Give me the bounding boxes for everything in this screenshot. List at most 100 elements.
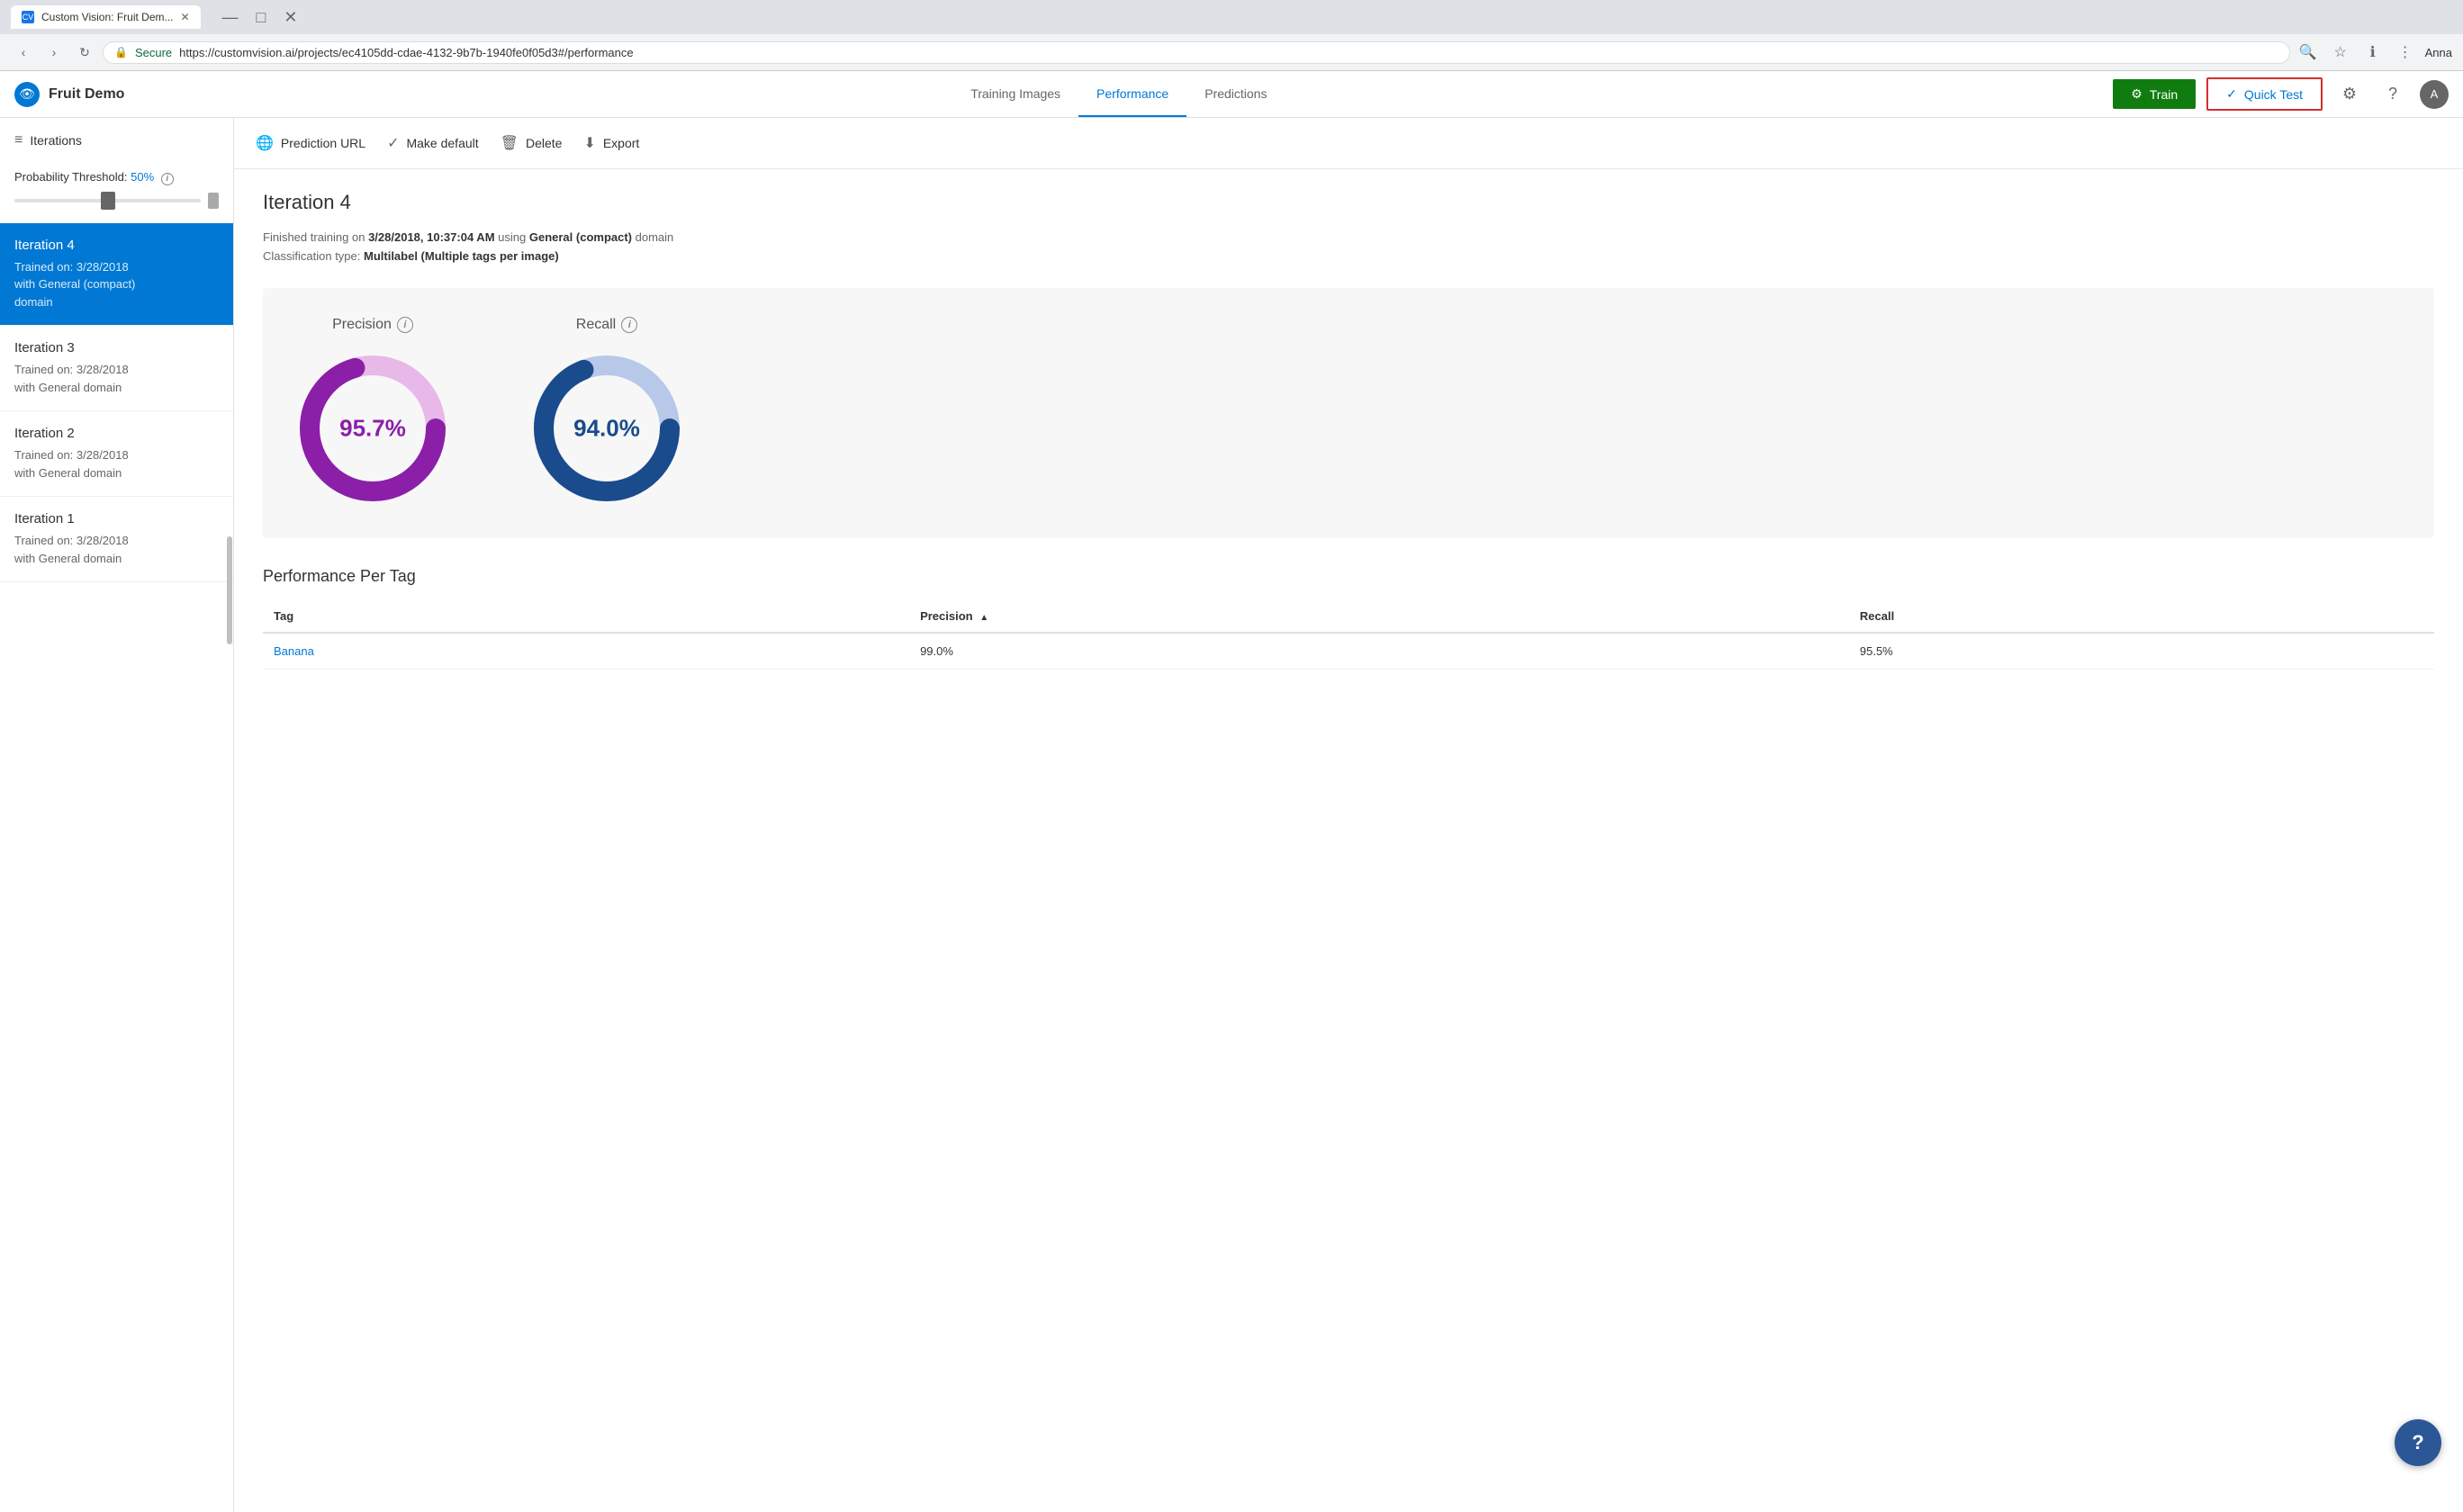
check-icon: ✓	[387, 134, 399, 152]
iteration-1-sub: Trained on: 3/28/2018with General domain	[14, 532, 219, 567]
training-domain-suffix: domain	[636, 230, 674, 244]
slider-thumb	[208, 193, 219, 209]
make-default-button[interactable]: ✓ Make default	[387, 130, 479, 156]
sidebar-title: Iterations	[30, 133, 82, 148]
sort-icon: ▲	[979, 613, 988, 623]
train-button[interactable]: ⚙ Train	[2113, 79, 2196, 109]
nav-training-images[interactable]: Training Images	[952, 72, 1078, 117]
close-tab-button[interactable]: ✕	[180, 11, 189, 23]
main-layout: ≡ Iterations Probability Threshold: 50% …	[0, 118, 2463, 1512]
precision-card: Precision i 95.7%	[292, 317, 454, 509]
tab-title: Custom Vision: Fruit Dem...	[41, 11, 173, 23]
export-icon: ⬇	[583, 134, 595, 152]
reload-button[interactable]: ↻	[72, 40, 97, 65]
iterations-icon: ≡	[14, 132, 23, 148]
export-button[interactable]: ⬇ Export	[583, 130, 639, 156]
content-main: Iteration 4 Finished training on 3/28/20…	[234, 169, 2463, 691]
sidebar-item-iteration-2[interactable]: Iteration 2 Trained on: 3/28/2018with Ge…	[0, 411, 233, 497]
precision-header[interactable]: Precision ▲	[909, 600, 1849, 633]
back-button[interactable]: ‹	[11, 40, 36, 65]
quick-test-button[interactable]: ✓ Quick Test	[2206, 77, 2323, 111]
make-default-label: Make default	[406, 136, 478, 150]
precision-text: Precision	[332, 317, 392, 333]
content-area: 🌐 Prediction URL ✓ Make default 🗑 Delete…	[234, 118, 2463, 1512]
probability-section: Probability Threshold: 50% i	[0, 163, 233, 223]
globe-icon: 🌐	[256, 134, 274, 152]
address-bar[interactable]: 🔒 Secure https://customvision.ai/project…	[103, 41, 2290, 64]
app-logo: 👁	[14, 82, 40, 107]
trash-icon: 🗑	[501, 134, 519, 152]
info-icon[interactable]: ℹ	[2360, 40, 2386, 65]
nav-predictions[interactable]: Predictions	[1186, 72, 1285, 117]
tab-favicon: CV	[22, 11, 34, 23]
bookmark-icon[interactable]: ☆	[2328, 40, 2353, 65]
checkmark-icon: ✓	[2226, 86, 2237, 102]
menu-icon[interactable]: ⋮	[2393, 40, 2418, 65]
help-button[interactable]: ?	[2377, 78, 2409, 111]
iteration-1-name: Iteration 1	[14, 511, 219, 526]
avatar[interactable]: A	[2420, 80, 2449, 109]
app-title: Fruit Demo	[49, 86, 124, 103]
iteration-title: Iteration 4	[263, 191, 2434, 214]
delete-label: Delete	[526, 136, 562, 150]
metrics-section: Precision i 95.7%	[263, 288, 2434, 538]
classification-prefix: Classification type:	[263, 249, 364, 263]
training-date: 3/28/2018, 10:37:04 AM	[368, 230, 494, 244]
tag-table: Tag Precision ▲ Recall Banana 99.0% 95.5…	[263, 600, 2434, 670]
iteration-info: Finished training on 3/28/2018, 10:37:04…	[263, 229, 2434, 266]
recall-card: Recall i 94.0%	[526, 317, 688, 509]
table-header: Tag Precision ▲ Recall	[263, 600, 2434, 633]
iteration-3-name: Iteration 3	[14, 340, 219, 356]
browser-tab[interactable]: CV Custom Vision: Fruit Dem... ✕	[11, 5, 201, 29]
sidebar-item-iteration-3[interactable]: Iteration 3 Trained on: 3/28/2018with Ge…	[0, 326, 233, 411]
settings-button[interactable]: ⚙	[2333, 78, 2366, 111]
recall-header: Recall	[1849, 600, 2434, 633]
precision-info-icon[interactable]: i	[397, 317, 413, 333]
slider-container	[14, 193, 219, 209]
scrollbar-thumb	[227, 536, 232, 644]
search-icon[interactable]: 🔍	[2296, 40, 2321, 65]
sidebar-item-iteration-1[interactable]: Iteration 1 Trained on: 3/28/2018with Ge…	[0, 497, 233, 582]
app-header: 👁 Fruit Demo Training Images Performance…	[0, 71, 2463, 118]
probability-value: 50%	[131, 170, 154, 184]
minimize-button[interactable]: —	[215, 6, 246, 29]
prediction-url-label: Prediction URL	[281, 136, 365, 150]
maximize-button[interactable]: □	[249, 6, 274, 29]
banana-recall: 95.5%	[1849, 633, 2434, 670]
iteration-3-sub: Trained on: 3/28/2018with General domain	[14, 361, 219, 396]
logo-icon: 👁	[19, 86, 35, 102]
url-text[interactable]: https://customvision.ai/projects/ec4105d…	[179, 46, 2278, 59]
recall-donut: 94.0%	[526, 347, 688, 509]
tag-name-banana[interactable]: Banana	[263, 633, 909, 670]
sidebar-scrollbar[interactable]	[226, 118, 233, 1512]
table-row: Banana 99.0% 95.5%	[263, 633, 2434, 670]
content-toolbar: 🌐 Prediction URL ✓ Make default 🗑 Delete…	[234, 118, 2463, 169]
gear-icon: ⚙	[2131, 86, 2143, 102]
training-domain: General (compact)	[529, 230, 632, 244]
header-actions: ⚙ Train ✓ Quick Test ⚙ ? A	[2113, 77, 2449, 111]
recall-label: Recall i	[576, 317, 637, 333]
probability-label: Probability Threshold: 50% i	[14, 170, 219, 185]
secure-icon: 🔒	[114, 46, 128, 58]
prediction-url-button[interactable]: 🌐 Prediction URL	[256, 130, 365, 156]
delete-button[interactable]: 🗑 Delete	[501, 130, 563, 156]
nav-links: Training Images Performance Predictions	[124, 72, 2113, 117]
recall-text: Recall	[576, 317, 616, 333]
forward-button[interactable]: ›	[41, 40, 67, 65]
sidebar-item-iteration-4[interactable]: Iteration 4 Trained on: 3/28/2018with Ge…	[0, 223, 233, 327]
precision-donut: 95.7%	[292, 347, 454, 509]
precision-label: Precision i	[332, 317, 413, 333]
precision-value: 95.7%	[339, 414, 406, 442]
probability-slider[interactable]	[14, 199, 201, 202]
nav-performance[interactable]: Performance	[1078, 72, 1186, 117]
recall-value: 94.0%	[573, 414, 640, 442]
sidebar-header: ≡ Iterations	[0, 118, 233, 163]
export-label: Export	[603, 136, 639, 150]
recall-info-icon[interactable]: i	[621, 317, 637, 333]
classification-type: Multilabel (Multiple tags per image)	[364, 249, 559, 263]
tag-header: Tag	[263, 600, 909, 633]
close-button[interactable]: ✕	[276, 6, 304, 29]
help-fab[interactable]: ?	[2395, 1419, 2441, 1466]
banana-precision: 99.0%	[909, 633, 1849, 670]
secure-label: Secure	[135, 46, 172, 59]
